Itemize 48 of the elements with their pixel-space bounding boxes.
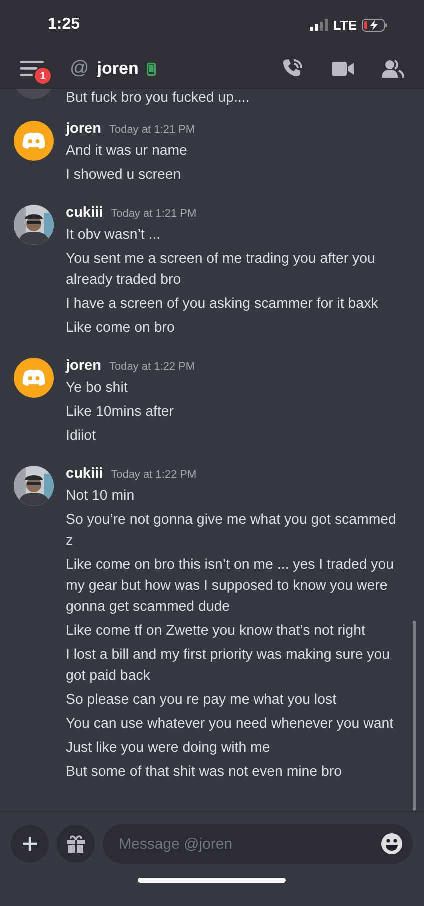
timestamp: Today at 1:21 PM bbox=[109, 124, 196, 136]
timestamp: Today at 1:22 PM bbox=[109, 361, 196, 373]
emoji-icon[interactable] bbox=[381, 833, 403, 855]
message-text: But some of that shit was not even mine bro bbox=[66, 762, 344, 782]
message-text: Like 10mins after bbox=[66, 402, 176, 422]
message-text: Not 10 min bbox=[66, 486, 136, 506]
battery-charging-icon bbox=[362, 18, 388, 32]
message-text: But fuck bro you fucked up.... bbox=[66, 89, 250, 107]
gift-button[interactable] bbox=[57, 825, 95, 863]
plus-icon bbox=[22, 836, 38, 852]
message-text: I showed u screen bbox=[66, 166, 182, 184]
mobile-status-icon bbox=[146, 62, 156, 76]
channel-title: joren bbox=[97, 59, 139, 79]
message-text: I lost a bill and my first priority was making sure you got paid back bbox=[66, 646, 392, 686]
message-text: Like come tf on Zwette you know that’s not right bbox=[66, 622, 366, 640]
message-field[interactable]: Message @joren bbox=[117, 834, 381, 854]
timestamp: Today at 1:21 PM bbox=[111, 208, 197, 220]
status-time: 1:25 bbox=[48, 16, 80, 34]
author-name[interactable]: cukiii bbox=[66, 466, 104, 482]
message-text: It obv wasn’t ... bbox=[66, 226, 162, 244]
gift-icon bbox=[66, 834, 86, 854]
author-name[interactable]: cukiii bbox=[66, 205, 104, 221]
message-text: So you’re not gonna give me what you got scammed z bbox=[66, 510, 398, 550]
at-symbol: @ bbox=[70, 58, 90, 80]
message-text: Like come on bro this isn’t on me ... yes I traded you my gear but how was I supposed to know you were gonna get scammed dude bbox=[66, 556, 396, 616]
message-text: So please can you re pay me what you lost bbox=[66, 690, 338, 710]
message-text: Like come on bro bbox=[66, 318, 176, 338]
add-button[interactable] bbox=[11, 825, 49, 863]
author-name[interactable]: joren bbox=[66, 358, 102, 374]
scrollbar[interactable] bbox=[413, 621, 416, 811]
members-icon[interactable] bbox=[382, 60, 404, 78]
network-label: LTE bbox=[333, 18, 357, 32]
menu-icon[interactable] bbox=[20, 60, 44, 78]
message-text: Ye bo shit bbox=[66, 378, 129, 398]
unread-badge: 1 bbox=[34, 67, 52, 85]
signal-icon bbox=[310, 19, 328, 31]
message-text: Idiiot bbox=[66, 426, 97, 446]
message-text: Just like you were doing with me bbox=[66, 738, 272, 758]
message-text: You can use whatever you need whenever you want bbox=[66, 714, 395, 734]
author-name[interactable]: joren bbox=[66, 121, 102, 137]
video-call-icon[interactable] bbox=[332, 61, 354, 77]
message-text: And it was ur name bbox=[66, 142, 188, 160]
timestamp: Today at 1:22 PM bbox=[111, 469, 197, 481]
message-text: You sent me a screen of me trading you after you already traded bro bbox=[66, 250, 376, 290]
default-avatar-icon bbox=[14, 121, 54, 161]
message-bar[interactable]: Message @joren bbox=[103, 824, 413, 864]
default-avatar-icon bbox=[14, 358, 54, 398]
message-text: I have a screen of you asking scammer for it baxk bbox=[66, 294, 380, 314]
